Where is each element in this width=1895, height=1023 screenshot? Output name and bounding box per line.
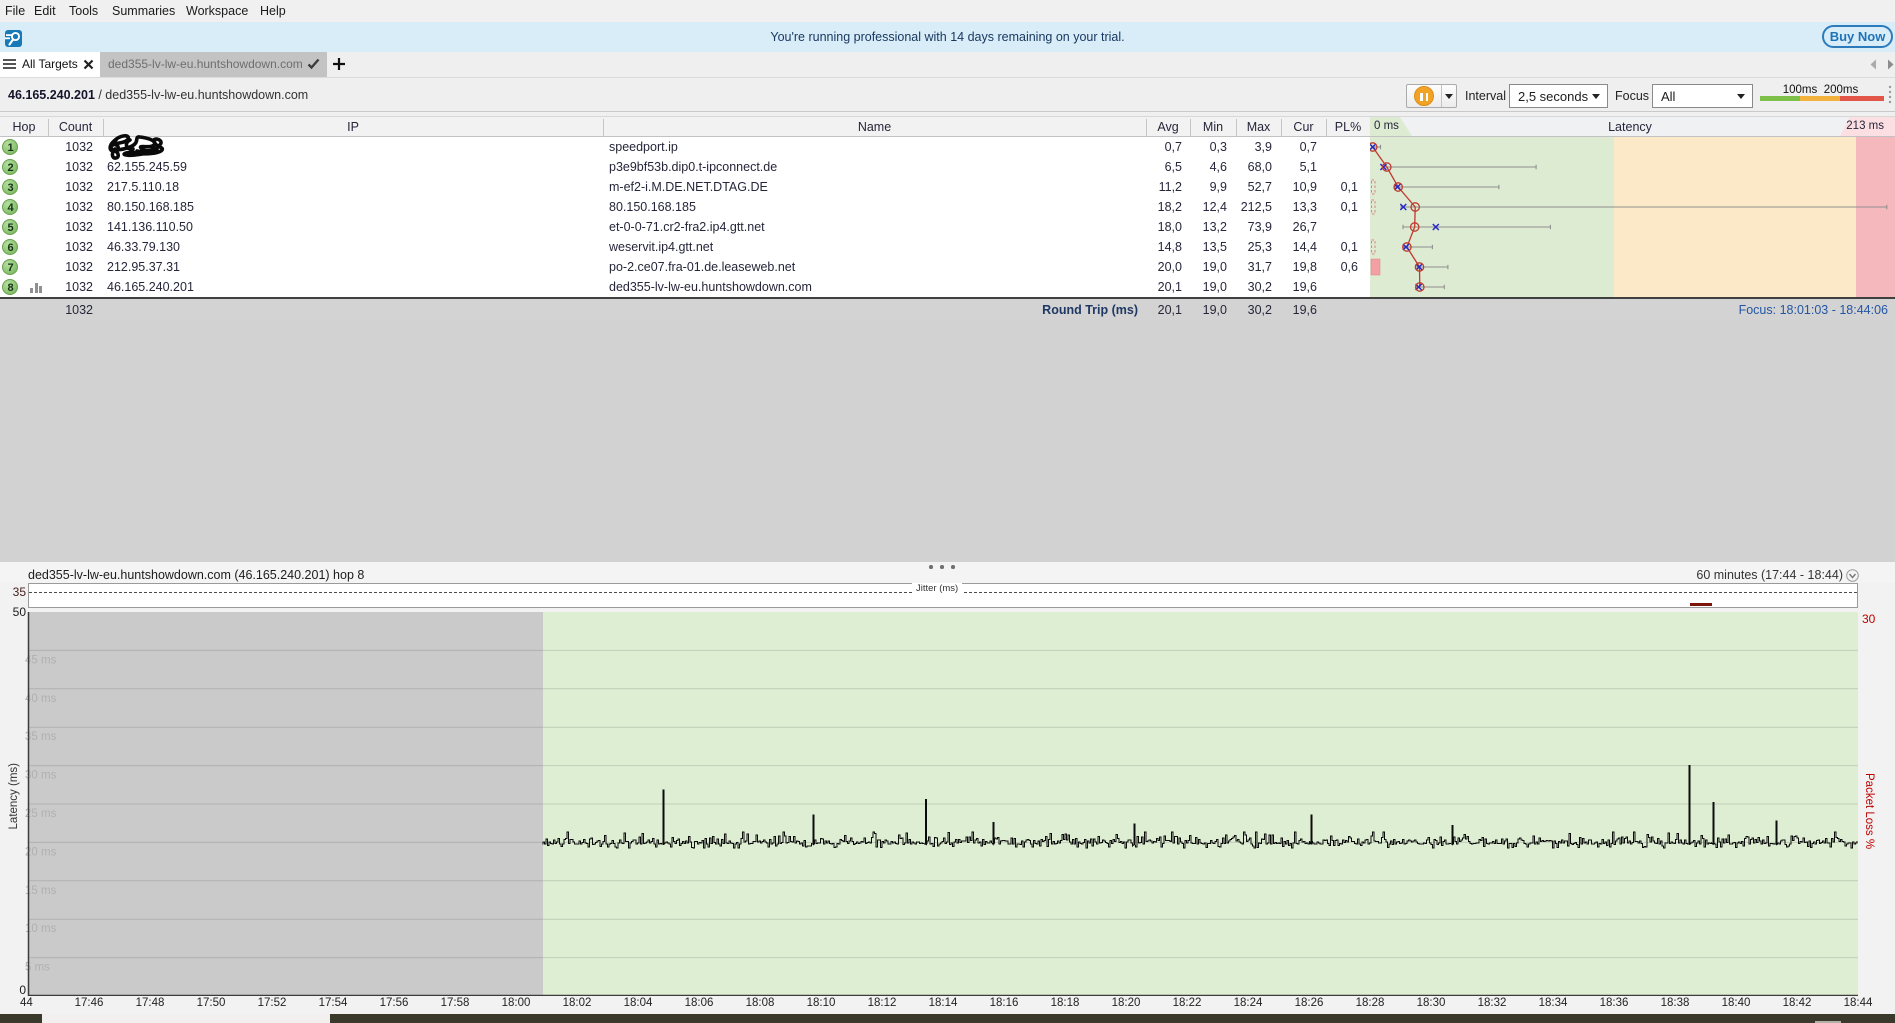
svg-text:15 ms: 15 ms [25, 885, 57, 897]
svg-text:25 ms: 25 ms [25, 808, 57, 820]
svg-text:10 ms: 10 ms [25, 923, 57, 935]
svg-text:30 ms: 30 ms [25, 770, 57, 782]
svg-text:35 ms: 35 ms [25, 731, 57, 743]
svg-text:45 ms: 45 ms [25, 654, 57, 666]
svg-text:20 ms: 20 ms [25, 846, 57, 858]
svg-text:40 ms: 40 ms [25, 693, 57, 705]
